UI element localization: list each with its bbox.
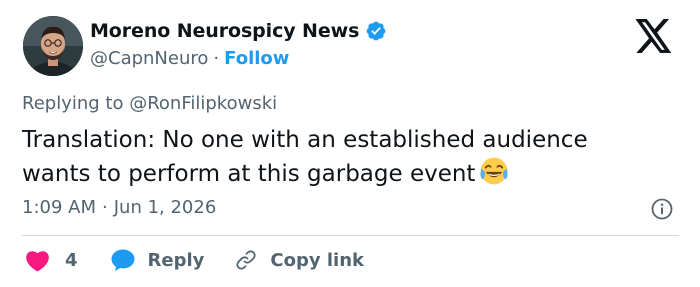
separator-dot: · bbox=[213, 48, 220, 69]
tweet-date[interactable]: Jun 1, 2026 bbox=[114, 197, 217, 218]
info-icon[interactable] bbox=[650, 197, 674, 221]
tweet-text-line-2: wants to perform at this garbage event bbox=[22, 161, 476, 187]
reply-bubble-icon bbox=[111, 249, 135, 271]
follow-button[interactable]: Follow bbox=[224, 48, 289, 69]
copy-link-label: Copy link bbox=[270, 249, 364, 271]
replying-prefix: Replying to bbox=[22, 93, 124, 114]
action-bar: 4 Reply Copy link bbox=[22, 247, 364, 273]
handle-row: @CapnNeuro · Follow bbox=[90, 48, 289, 69]
replying-to-handle[interactable]: @RonFilipkowski bbox=[129, 93, 277, 114]
author-handle[interactable]: @CapnNeuro bbox=[90, 48, 208, 69]
tweet-text-line-1: Translation: No one with an established … bbox=[22, 127, 588, 153]
reply-button[interactable]: Reply bbox=[110, 248, 205, 272]
link-icon bbox=[236, 250, 256, 270]
heart-icon bbox=[26, 250, 49, 272]
like-count: 4 bbox=[65, 249, 78, 271]
tweet-time[interactable]: 1:09 AM bbox=[22, 197, 96, 218]
tweet-card: Moreno Neurospicy News @CapnNeuro · Foll… bbox=[0, 0, 700, 287]
avatar[interactable] bbox=[23, 16, 83, 76]
copy-link-button[interactable]: Copy link bbox=[234, 248, 364, 272]
author-name-row: Moreno Neurospicy News bbox=[90, 20, 387, 42]
author-name[interactable]: Moreno Neurospicy News bbox=[90, 20, 359, 42]
tweet-text: Translation: No one with an established … bbox=[22, 124, 682, 190]
tweet-meta: 1:09 AM · Jun 1, 2026 bbox=[22, 197, 216, 218]
tweet-text-line-2-wrap: wants to perform at this garbage event bbox=[22, 156, 682, 190]
meta-separator: · bbox=[102, 197, 108, 218]
replying-to-line: Replying to @RonFilipkowski bbox=[22, 93, 277, 114]
x-logo-icon[interactable] bbox=[635, 19, 673, 53]
like-button[interactable]: 4 bbox=[22, 249, 78, 272]
tears-of-joy-emoji-icon bbox=[480, 157, 509, 185]
verified-badge-icon bbox=[366, 21, 386, 41]
reply-label: Reply bbox=[147, 249, 205, 271]
divider bbox=[22, 235, 679, 236]
